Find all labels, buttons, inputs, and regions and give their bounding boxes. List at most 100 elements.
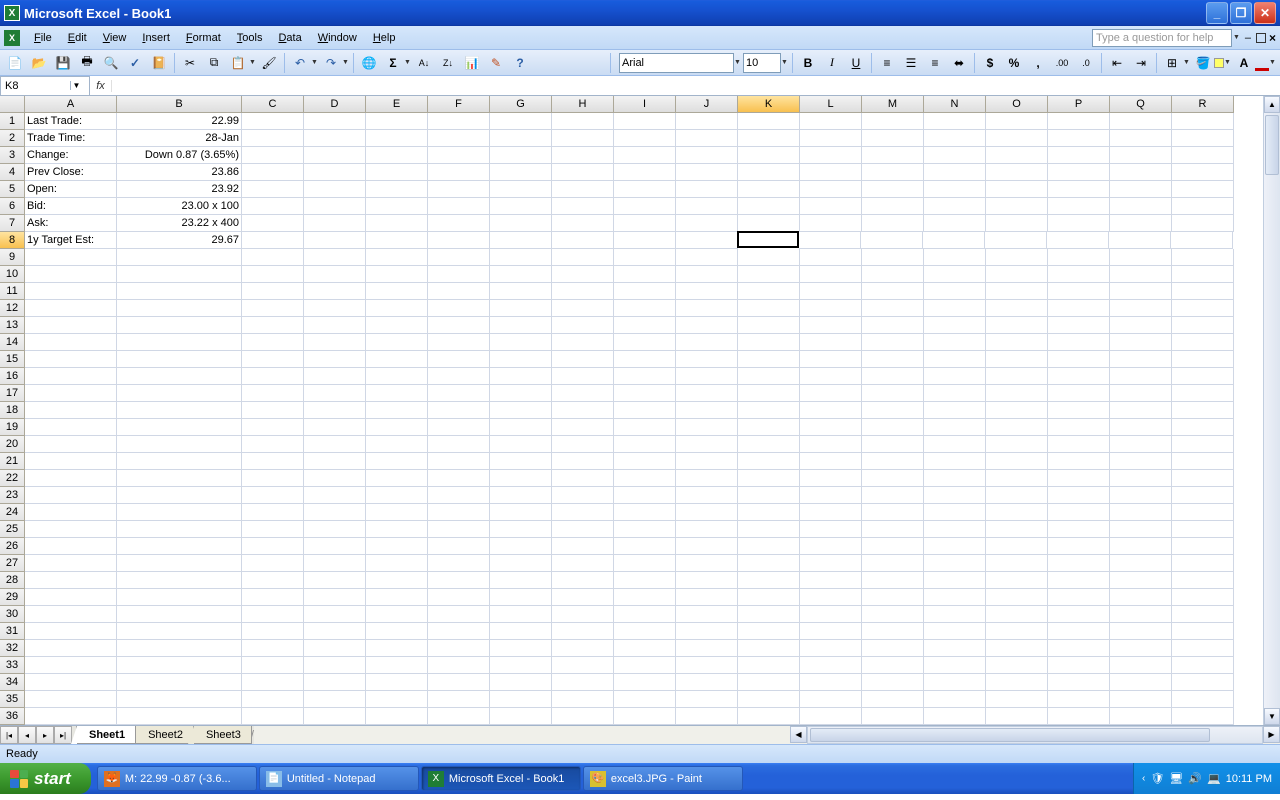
cell-O22[interactable] — [986, 470, 1048, 487]
cell-G7[interactable] — [490, 215, 552, 232]
cell-K22[interactable] — [738, 470, 800, 487]
cell-P15[interactable] — [1048, 351, 1110, 368]
cell-G28[interactable] — [490, 572, 552, 589]
cell-F2[interactable] — [428, 130, 490, 147]
drawing-button[interactable]: ✎ — [485, 52, 507, 74]
tray-volume-icon[interactable]: 🔊 — [1188, 772, 1202, 785]
cell-B34[interactable] — [117, 674, 242, 691]
cell-C7[interactable] — [242, 215, 304, 232]
cell-E17[interactable] — [366, 385, 428, 402]
cell-B27[interactable] — [117, 555, 242, 572]
cell-B4[interactable]: 23.86 — [117, 164, 242, 181]
cell-L35[interactable] — [800, 691, 862, 708]
cell-G29[interactable] — [490, 589, 552, 606]
cell-N32[interactable] — [924, 640, 986, 657]
cell-Q4[interactable] — [1110, 164, 1172, 181]
cell-P22[interactable] — [1048, 470, 1110, 487]
cell-E25[interactable] — [366, 521, 428, 538]
cell-P20[interactable] — [1048, 436, 1110, 453]
cell-I12[interactable] — [614, 300, 676, 317]
row-header-5[interactable]: 5 — [0, 181, 25, 198]
cell-P32[interactable] — [1048, 640, 1110, 657]
cell-M36[interactable] — [862, 708, 924, 725]
cell-F35[interactable] — [428, 691, 490, 708]
cell-O30[interactable] — [986, 606, 1048, 623]
cell-J4[interactable] — [676, 164, 738, 181]
print-preview-button[interactable]: 🔍 — [100, 52, 122, 74]
cell-D28[interactable] — [304, 572, 366, 589]
underline-button[interactable]: U — [845, 52, 867, 74]
cell-I34[interactable] — [614, 674, 676, 691]
col-header-P[interactable]: P — [1048, 96, 1110, 113]
cell-M15[interactable] — [862, 351, 924, 368]
sheet-tab-sheet3[interactable]: Sheet3 — [193, 726, 252, 744]
cell-J10[interactable] — [676, 266, 738, 283]
cell-A29[interactable] — [25, 589, 117, 606]
fx-label[interactable]: fx — [90, 80, 112, 92]
cell-C8[interactable] — [242, 232, 304, 249]
cell-A34[interactable] — [25, 674, 117, 691]
cell-I35[interactable] — [614, 691, 676, 708]
cell-J22[interactable] — [676, 470, 738, 487]
borders-button[interactable]: ⊞ — [1161, 52, 1183, 74]
cell-C10[interactable] — [242, 266, 304, 283]
row-header-34[interactable]: 34 — [0, 674, 25, 691]
cell-A12[interactable] — [25, 300, 117, 317]
cell-K17[interactable] — [738, 385, 800, 402]
col-header-L[interactable]: L — [800, 96, 862, 113]
cell-Q30[interactable] — [1110, 606, 1172, 623]
cell-O26[interactable] — [986, 538, 1048, 555]
cell-E4[interactable] — [366, 164, 428, 181]
cell-D9[interactable] — [304, 249, 366, 266]
cell-E23[interactable] — [366, 487, 428, 504]
cell-L32[interactable] — [800, 640, 862, 657]
cell-R7[interactable] — [1172, 215, 1234, 232]
cell-O1[interactable] — [986, 113, 1048, 130]
cell-C22[interactable] — [242, 470, 304, 487]
cell-R3[interactable] — [1172, 147, 1234, 164]
cell-G1[interactable] — [490, 113, 552, 130]
vertical-scroll-thumb[interactable] — [1265, 115, 1279, 175]
cell-Q15[interactable] — [1110, 351, 1172, 368]
scroll-up-button[interactable]: ▲ — [1264, 96, 1280, 113]
cell-C19[interactable] — [242, 419, 304, 436]
cell-G31[interactable] — [490, 623, 552, 640]
cell-Q33[interactable] — [1110, 657, 1172, 674]
cell-K1[interactable] — [738, 113, 800, 130]
cell-H24[interactable] — [552, 504, 614, 521]
cell-I21[interactable] — [614, 453, 676, 470]
cell-G15[interactable] — [490, 351, 552, 368]
cell-I24[interactable] — [614, 504, 676, 521]
cell-C14[interactable] — [242, 334, 304, 351]
cell-F14[interactable] — [428, 334, 490, 351]
help-search-input[interactable] — [1092, 29, 1232, 47]
row-header-21[interactable]: 21 — [0, 453, 25, 470]
cell-R6[interactable] — [1172, 198, 1234, 215]
cell-Q32[interactable] — [1110, 640, 1172, 657]
row-header-35[interactable]: 35 — [0, 691, 25, 708]
cell-K32[interactable] — [738, 640, 800, 657]
cell-L12[interactable] — [800, 300, 862, 317]
cell-Q26[interactable] — [1110, 538, 1172, 555]
cell-C11[interactable] — [242, 283, 304, 300]
cell-M34[interactable] — [862, 674, 924, 691]
cell-N24[interactable] — [924, 504, 986, 521]
name-box[interactable]: ▼ — [0, 76, 90, 96]
cell-M10[interactable] — [862, 266, 924, 283]
cell-B1[interactable]: 22.99 — [117, 113, 242, 130]
cell-O24[interactable] — [986, 504, 1048, 521]
cell-I14[interactable] — [614, 334, 676, 351]
cell-O31[interactable] — [986, 623, 1048, 640]
cell-C30[interactable] — [242, 606, 304, 623]
align-center-button[interactable]: ☰ — [900, 52, 922, 74]
cell-G17[interactable] — [490, 385, 552, 402]
cell-Q22[interactable] — [1110, 470, 1172, 487]
cell-C13[interactable] — [242, 317, 304, 334]
cell-G27[interactable] — [490, 555, 552, 572]
cell-G35[interactable] — [490, 691, 552, 708]
cell-N33[interactable] — [924, 657, 986, 674]
cell-G11[interactable] — [490, 283, 552, 300]
cell-E5[interactable] — [366, 181, 428, 198]
cell-B23[interactable] — [117, 487, 242, 504]
cell-P14[interactable] — [1048, 334, 1110, 351]
